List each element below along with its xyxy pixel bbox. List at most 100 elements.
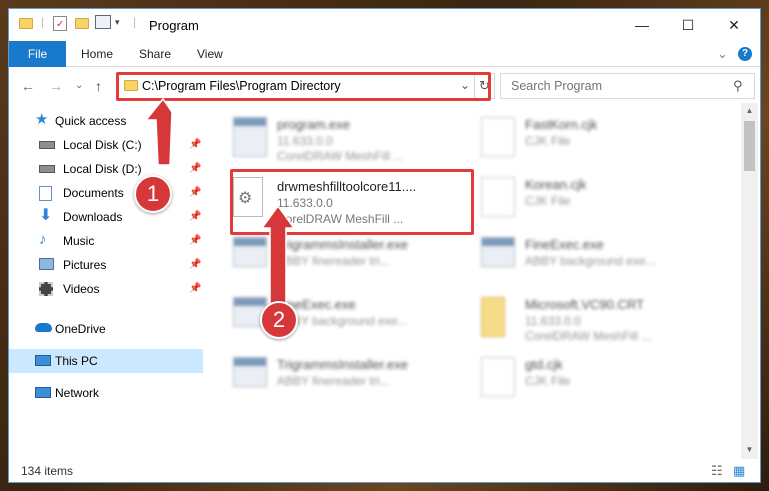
window-title: Program <box>149 18 199 33</box>
search-input[interactable] <box>501 74 729 98</box>
back-button[interactable]: ← <box>21 78 35 94</box>
sidebar-item-local-disk-c[interactable]: Local Disk (C:) 📌 <box>9 133 203 157</box>
properties-icon[interactable]: ✓ <box>53 16 67 31</box>
file-name: TrigrammsInstaller.exe <box>277 357 408 372</box>
file-item[interactable]: TrigrammsInstaller.exe ABBY finereader t… <box>227 229 467 283</box>
sidebar-item-label: Network <box>55 386 100 400</box>
file-item[interactable]: FineExec.exe ABBY background exe... <box>475 229 715 283</box>
navigation-bar: ← → ⌄ ↑ C:\Program Files\Program Directo… <box>9 69 760 103</box>
sidebar-item-onedrive[interactable]: OneDrive <box>9 317 203 341</box>
pin-icon[interactable]: 📌 <box>189 229 201 253</box>
address-path[interactable]: C:\Program Files\Program Directory <box>142 79 341 93</box>
address-folder-icon <box>124 80 138 91</box>
folder-icon <box>19 18 33 29</box>
document-icon <box>481 117 515 157</box>
file-highlight-box <box>230 169 474 235</box>
sidebar-item-label: Quick access <box>55 114 127 128</box>
sidebar-item-this-pc[interactable]: This PC <box>9 349 203 373</box>
maximize-button[interactable]: ☐ <box>665 9 711 41</box>
documents-icon <box>39 186 52 201</box>
refresh-icon[interactable]: ↻ <box>479 78 490 94</box>
file-name: program.exe <box>277 117 350 132</box>
view-options-icon[interactable] <box>95 15 111 29</box>
sidebar-item-documents[interactable]: Documents 📌 <box>9 181 203 205</box>
sidebar-item-label: Pictures <box>63 258 107 272</box>
file-item[interactable]: gtd.cjk CJK File <box>475 349 715 403</box>
file-item[interactable]: Microsoft.VC90.CRT 11.633.0.0 CorelDRAW … <box>475 289 715 343</box>
music-icon: ♪ <box>39 231 47 248</box>
file-description: ABBY background exe... <box>525 254 656 268</box>
up-button[interactable]: ↑ <box>95 78 102 94</box>
new-folder-icon[interactable] <box>75 18 89 29</box>
download-icon: ⬇ <box>39 207 53 224</box>
document-icon <box>481 177 515 217</box>
address-dropdown-icon[interactable]: ⌄ <box>460 78 470 92</box>
sidebar-item-pictures[interactable]: Pictures 📌 <box>9 253 203 277</box>
title-separator: | <box>133 15 137 29</box>
pictures-icon <box>39 258 54 270</box>
file-item[interactable]: TrigrammsInstaller.exe ABBY finereader t… <box>227 349 467 403</box>
document-icon <box>481 357 515 397</box>
folder-zip-icon <box>481 297 505 337</box>
file-description: ABBY finereader tri... <box>277 374 390 388</box>
file-name: Korean.cjk <box>525 177 587 192</box>
large-icons-view-icon[interactable]: ▦ <box>733 463 745 479</box>
sidebar-item-label: OneDrive <box>55 322 106 336</box>
address-divider <box>474 74 475 98</box>
drive-icon <box>39 165 55 173</box>
sidebar-item-label: Music <box>63 234 95 248</box>
file-item[interactable]: FastKorn.cjk CJK File <box>475 109 715 163</box>
file-name: gtd.cjk <box>525 357 563 372</box>
scrollbar-thumb[interactable] <box>744 121 755 171</box>
tab-share[interactable]: Share <box>131 41 179 67</box>
title-bar: | ✓ ▾ | Program — ☐ ✕ <box>9 9 760 41</box>
pin-icon[interactable]: 📌 <box>189 181 201 205</box>
scroll-up-icon[interactable]: ▲ <box>741 106 758 115</box>
sidebar-item-network[interactable]: Network <box>9 381 203 405</box>
file-name: FineExec.exe <box>525 237 604 252</box>
address-bar[interactable]: C:\Program Files\Program Directory ⌄ ↻ <box>117 73 495 99</box>
ribbon-tabs: File Home Share View ⌄ ? <box>9 41 760 67</box>
help-icon[interactable]: ? <box>738 47 752 61</box>
step-2-badge: 2 <box>260 301 298 339</box>
search-box[interactable]: ⚲ <box>500 73 755 99</box>
sidebar-item-quick-access[interactable]: ★ Quick access <box>9 109 203 133</box>
vertical-scrollbar[interactable]: ▲ ▼ <box>741 103 758 459</box>
sidebar-item-music[interactable]: ♪ Music 📌 <box>9 229 203 253</box>
file-type: CJK File <box>525 194 571 208</box>
pin-icon[interactable]: 📌 <box>189 157 201 181</box>
customize-toolbar-icon[interactable]: ▾ <box>115 17 120 28</box>
tab-file[interactable]: File <box>9 41 66 67</box>
details-view-icon[interactable]: ☷ <box>711 463 723 479</box>
file-item[interactable]: program.exe 11.633.0.0 CorelDRAW MeshFil… <box>227 109 467 163</box>
sidebar-item-label: This PC <box>55 354 98 368</box>
pin-icon[interactable]: 📌 <box>189 277 201 301</box>
navigation-pane: ★ Quick access Local Disk (C:) 📌 Local D… <box>9 103 203 459</box>
recent-locations-button[interactable]: ⌄ <box>75 80 83 91</box>
pin-icon[interactable]: 📌 <box>189 205 201 229</box>
sidebar-item-downloads[interactable]: ⬇ Downloads 📌 <box>9 205 203 229</box>
sidebar-item-local-disk-d[interactable]: Local Disk (D:) 📌 <box>9 157 203 181</box>
close-button[interactable]: ✕ <box>711 9 757 41</box>
tab-view[interactable]: View <box>189 41 231 67</box>
file-description: ABBY finereader tri... <box>277 254 390 268</box>
file-item[interactable]: Korean.cjk CJK File <box>475 169 715 223</box>
ribbon-expand-icon[interactable]: ⌄ <box>709 41 736 67</box>
minimize-button[interactable]: — <box>619 9 665 41</box>
sidebar-item-label: Downloads <box>63 210 123 224</box>
tab-home[interactable]: Home <box>73 41 121 67</box>
file-list: program.exe 11.633.0.0 CorelDRAW MeshFil… <box>227 103 739 459</box>
application-icon <box>233 357 267 387</box>
file-name: FastKorn.cjk <box>525 117 598 132</box>
status-bar: 134 items ☷ ▦ <box>9 459 760 482</box>
qat-separator: | <box>41 15 45 29</box>
step-1-badge: 1 <box>134 175 172 213</box>
star-icon: ★ <box>35 111 49 128</box>
pin-icon[interactable]: 📌 <box>189 253 201 277</box>
application-icon <box>233 117 267 157</box>
sidebar-item-videos[interactable]: Videos 📌 <box>9 277 203 301</box>
pin-icon[interactable]: 📌 <box>189 133 201 157</box>
scroll-down-icon[interactable]: ▼ <box>741 445 758 454</box>
forward-button[interactable]: → <box>49 78 63 94</box>
search-icon[interactable]: ⚲ <box>733 78 743 94</box>
